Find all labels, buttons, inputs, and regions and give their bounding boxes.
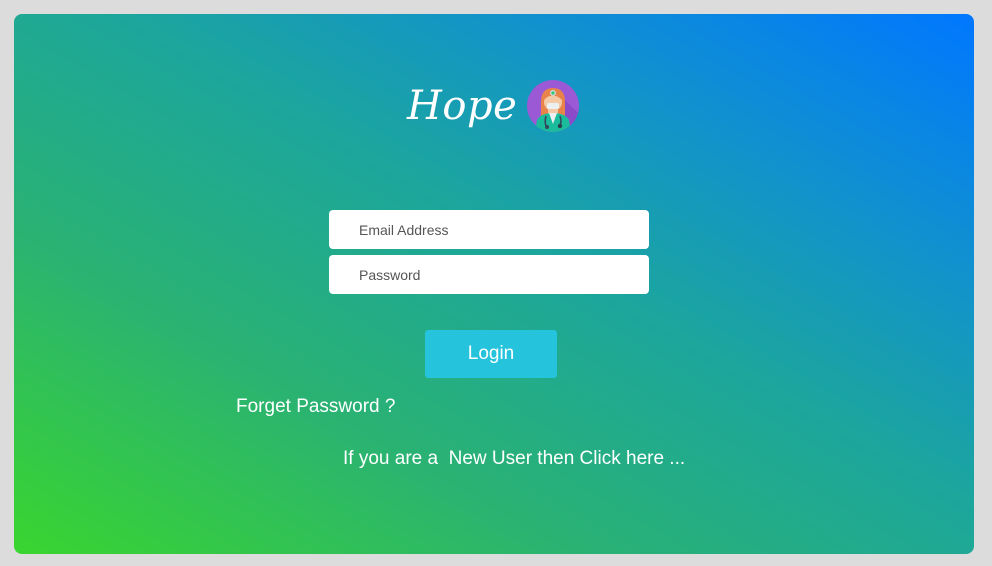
password-field[interactable] — [329, 255, 649, 294]
forget-password-link[interactable]: Forget Password ? — [236, 396, 395, 418]
brand: Hope — [407, 80, 580, 132]
brand-name: Hope — [407, 83, 518, 129]
doctor-avatar-icon — [527, 80, 580, 132]
email-field[interactable] — [329, 210, 649, 249]
login-button[interactable]: Login — [425, 330, 557, 378]
new-user-link[interactable]: If you are a New User then Click here ..… — [343, 448, 685, 470]
login-card: Hope Login Forget Pa — [14, 14, 974, 554]
